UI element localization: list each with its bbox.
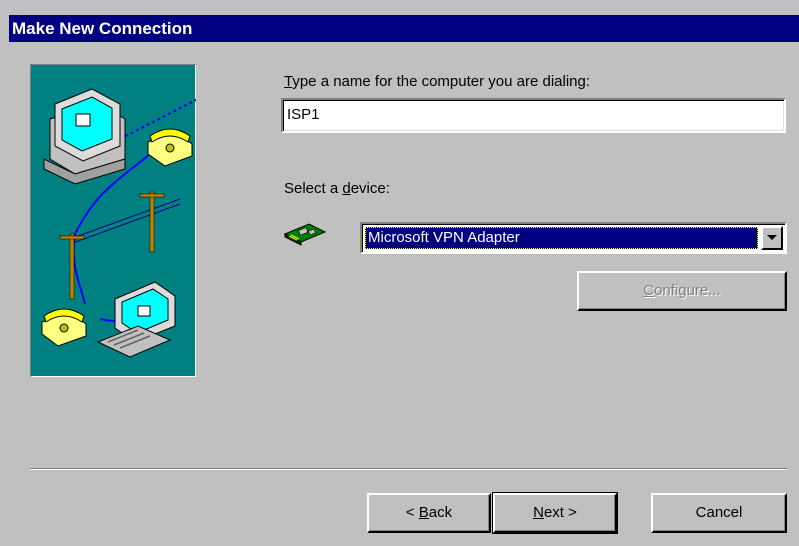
dialog-title: Make New Connection	[9, 15, 799, 42]
back-button[interactable]: < Back	[367, 493, 491, 533]
back-button-label: ack	[428, 504, 453, 521]
computer-name-input[interactable]: ISP1	[281, 98, 786, 133]
back-button-accelerator: B	[418, 504, 429, 521]
next-button-accelerator: N	[533, 504, 544, 521]
device-label-post: evice:	[350, 180, 390, 197]
configure-button[interactable]: Configure...	[577, 271, 787, 311]
computer-name-label: Type a name for the computer you are dia…	[284, 73, 590, 90]
cancel-button[interactable]: Cancel	[651, 493, 787, 533]
next-button[interactable]: Next >	[492, 492, 618, 534]
dial-up-illustration	[41, 88, 196, 358]
telephone-pole-icon	[59, 191, 165, 300]
back-button-arrow: <	[405, 504, 419, 521]
configure-button-label: onfigure...	[654, 282, 721, 299]
configure-button-accelerator: C	[643, 282, 655, 299]
next-button-label: ext >	[543, 504, 577, 521]
device-label-accelerator: d	[342, 180, 351, 197]
laptop-icon	[96, 281, 176, 358]
computer-name-label-text: ype a name for the computer you are dial…	[292, 73, 591, 90]
desktop-computer-icon	[43, 88, 126, 185]
device-label: Select a device:	[284, 180, 390, 197]
telephone-icon	[147, 128, 193, 167]
wizard-illustration	[30, 64, 196, 377]
device-label-pre: Select a	[284, 180, 343, 197]
telephone-icon	[41, 308, 87, 347]
chevron-down-icon[interactable]	[761, 226, 783, 250]
network-adapter-icon	[283, 223, 327, 246]
make-new-connection-dialog: Make New Connection Type a name for the …	[0, 0, 799, 546]
device-dropdown[interactable]: Microsoft VPN Adapter	[360, 222, 787, 254]
separator	[30, 468, 787, 470]
device-selected-value[interactable]: Microsoft VPN Adapter	[365, 227, 758, 249]
